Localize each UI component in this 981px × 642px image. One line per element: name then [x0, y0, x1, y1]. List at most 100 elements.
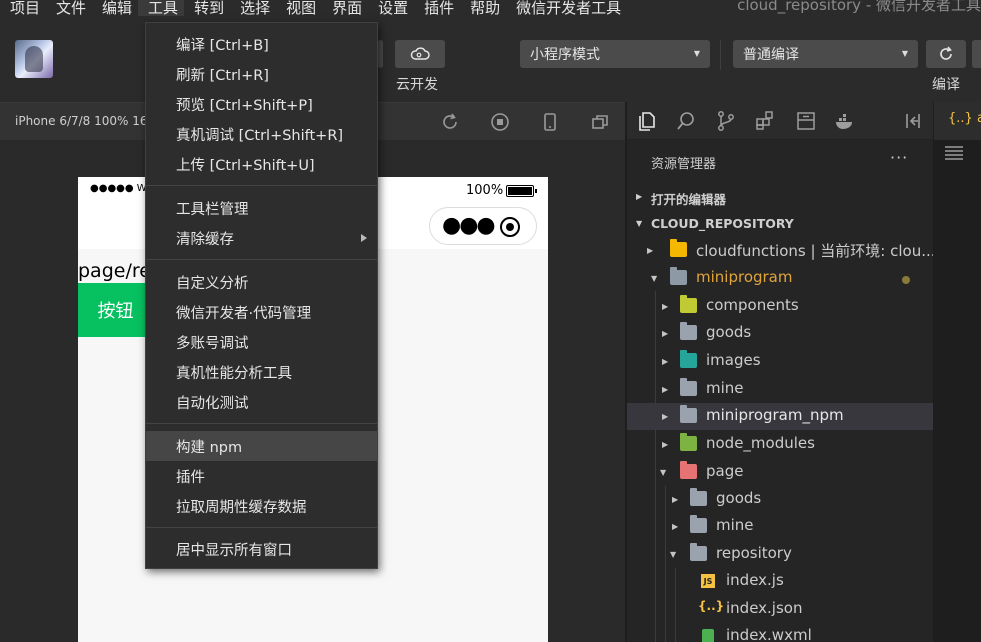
- tree-item-goods[interactable]: ▶ goods: [627, 320, 933, 347]
- tree-item-page-goods[interactable]: ▶ goods: [627, 486, 933, 513]
- folder-icon: [690, 515, 707, 533]
- tree-item-label: index.json: [726, 599, 803, 617]
- stop-icon[interactable]: [490, 112, 510, 132]
- extensions-icon[interactable]: [754, 110, 776, 132]
- debugger-toggle-button[interactable]: [378, 40, 383, 68]
- refresh-icon[interactable]: [440, 112, 460, 132]
- compile-label: 编译: [932, 77, 960, 93]
- menu-item-code-management[interactable]: 微信开发者·代码管理: [146, 297, 377, 327]
- close-capsule-icon[interactable]: [500, 217, 520, 237]
- menu-select[interactable]: 选择: [230, 0, 276, 16]
- docker-icon[interactable]: [834, 110, 856, 132]
- mode-select[interactable]: 小程序模式 ▼: [520, 40, 710, 68]
- menu-project[interactable]: 项目: [0, 0, 46, 16]
- folder-open-icon: [680, 461, 697, 479]
- chevron-right-icon: ▶: [647, 246, 654, 255]
- menu-item-preview[interactable]: 预览 [Ctrl+Shift+P]: [146, 89, 377, 119]
- search-icon[interactable]: [675, 110, 697, 132]
- tree-item-repository[interactable]: ▼ repository: [627, 541, 933, 568]
- menu-item-fetch-cache[interactable]: 拉取周期性缓存数据: [146, 491, 377, 521]
- menu-interface[interactable]: 界面: [322, 0, 368, 16]
- compile-select[interactable]: 普通编译 ▼: [733, 40, 918, 68]
- menu-item-custom-analysis[interactable]: 自定义分析: [146, 267, 377, 297]
- menu-item-center-windows[interactable]: 居中显示所有窗口: [146, 534, 377, 564]
- chevron-right-icon: ▶: [662, 357, 669, 366]
- chevron-down-icon: ▼: [693, 49, 700, 58]
- tree-item-label: mine: [706, 379, 744, 397]
- chevron-down-icon: ▼: [670, 550, 677, 559]
- toolbar-divider: [720, 40, 721, 70]
- menu-item-upload[interactable]: 上传 [Ctrl+Shift+U]: [146, 149, 377, 179]
- editor-tab[interactable]: {..} a: [948, 111, 981, 126]
- tree-item-mine[interactable]: ▶ mine: [627, 376, 933, 403]
- menu-item-compile[interactable]: 编译 [Ctrl+B]: [146, 29, 377, 59]
- menu-edit[interactable]: 编辑: [92, 0, 138, 16]
- preview-button[interactable]: [972, 40, 981, 68]
- tree-item-index-wxml[interactable]: index.wxml: [627, 623, 933, 642]
- menu-file[interactable]: 文件: [46, 0, 92, 16]
- source-control-icon[interactable]: [715, 110, 737, 132]
- mode-select-value: 小程序模式: [530, 47, 600, 63]
- menu-item-clear-cache[interactable]: 清除缓存: [146, 223, 377, 253]
- tree-item-label: components: [706, 296, 799, 314]
- chevron-right-icon: ▶: [662, 302, 669, 311]
- primary-button[interactable]: 按钮: [78, 283, 153, 337]
- detach-window-icon[interactable]: [590, 112, 610, 132]
- capsule-menu[interactable]: ●●●: [429, 207, 537, 245]
- folder-open-icon: [690, 543, 707, 561]
- compile-button[interactable]: [926, 40, 966, 68]
- collapse-panel-icon[interactable]: [903, 110, 925, 132]
- avatar[interactable]: [15, 40, 53, 78]
- wxml-file-icon: [702, 629, 714, 642]
- cloud-label: 云开发: [396, 77, 438, 93]
- menu-item-toolbar-manage[interactable]: 工具栏管理: [146, 193, 377, 223]
- more-icon[interactable]: ●●●: [442, 214, 496, 238]
- tree-item-node-modules[interactable]: ▶ node_modules: [627, 431, 933, 458]
- section-project[interactable]: ▼ CLOUD_REPOSITORY: [627, 211, 933, 237]
- outline-list-icon[interactable]: [945, 146, 963, 160]
- chevron-right-icon: ▶: [662, 329, 669, 338]
- folder-icon: [680, 378, 697, 396]
- tree-item-label: goods: [716, 489, 762, 507]
- menu-item-refresh[interactable]: 刷新 [Ctrl+R]: [146, 59, 377, 89]
- tree-item-miniprogram[interactable]: ▼ miniprogram: [627, 265, 933, 292]
- tree-item-components[interactable]: ▶ components: [627, 293, 933, 320]
- tree-item-label: index.wxml: [726, 626, 812, 642]
- menu-wechat-devtools[interactable]: 微信开发者工具: [506, 0, 627, 16]
- tree-item-page-mine[interactable]: ▶ mine: [627, 513, 933, 540]
- phone-icon[interactable]: [540, 112, 560, 132]
- tree-item-page[interactable]: ▼ page: [627, 459, 933, 486]
- tree-item-index-json[interactable]: {..} index.json: [627, 596, 933, 623]
- menu-plugins[interactable]: 插件: [414, 0, 460, 16]
- cloud-button[interactable]: [395, 40, 445, 68]
- tree-item-cloudfunctions[interactable]: ▶ cloudfunctions | 当前环境: clou...: [627, 237, 933, 264]
- menu-view[interactable]: 视图: [276, 0, 322, 16]
- section-open-editors[interactable]: ▶ 打开的编辑器: [627, 184, 933, 210]
- menu-goto[interactable]: 转到: [184, 0, 230, 16]
- menu-help[interactable]: 帮助: [460, 0, 506, 16]
- menu-separator: [146, 185, 377, 186]
- more-actions-icon[interactable]: ···: [890, 148, 908, 167]
- chevron-down-icon: ▼: [901, 49, 908, 58]
- menu-item-remote-debug[interactable]: 真机调试 [Ctrl+Shift+R]: [146, 119, 377, 149]
- tree-item-index-js[interactable]: JS index.js: [627, 568, 933, 595]
- menu-tools[interactable]: 工具: [138, 0, 185, 16]
- menu-item-multi-account-debug[interactable]: 多账号调试: [146, 327, 377, 357]
- storage-icon[interactable]: [795, 110, 817, 132]
- submenu-arrow-icon: [361, 234, 367, 242]
- menu-settings[interactable]: 设置: [368, 0, 414, 16]
- tree-item-images[interactable]: ▶ images: [627, 348, 933, 375]
- chevron-down-icon: ▼: [636, 219, 643, 228]
- explorer-panel: 资源管理器 ··· ▶ 打开的编辑器 ▼ CLOUD_REPOSITORY ▶ …: [627, 140, 933, 642]
- cloud-icon: [410, 47, 430, 60]
- menu-item-auto-test[interactable]: 自动化测试: [146, 387, 377, 417]
- modified-indicator: [902, 276, 910, 284]
- menu-item-plugins[interactable]: 插件: [146, 461, 377, 491]
- menu-item-perf-analysis[interactable]: 真机性能分析工具: [146, 357, 377, 387]
- menu-item-build-npm[interactable]: 构建 npm: [146, 431, 377, 461]
- battery-icon: [506, 185, 537, 197]
- device-select[interactable]: iPhone 6/7/8 100% 16: [15, 114, 148, 128]
- files-icon[interactable]: [636, 110, 658, 132]
- tree-item-miniprogram-npm[interactable]: ▶ miniprogram_npm: [627, 403, 933, 430]
- editor-area[interactable]: [933, 140, 981, 642]
